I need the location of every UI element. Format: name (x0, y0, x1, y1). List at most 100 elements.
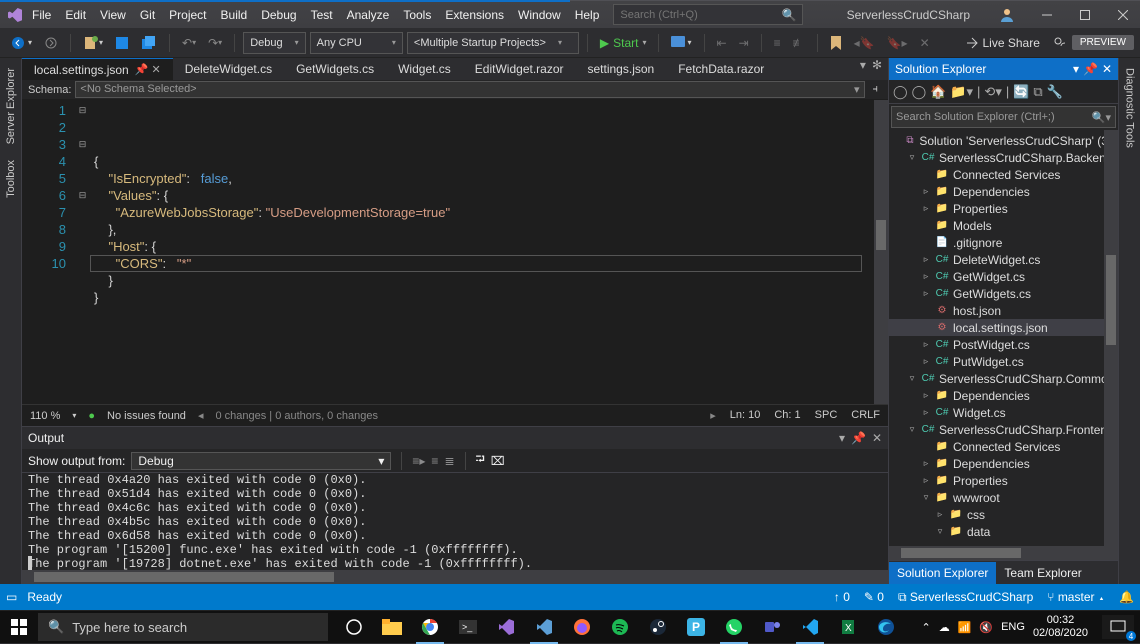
output-dropdown-icon[interactable]: ▾ (839, 431, 845, 445)
tree-node[interactable]: ▹C#PostWidget.cs (889, 336, 1118, 353)
global-search-input[interactable] (620, 9, 770, 21)
file-tab[interactable]: GetWidgets.cs (284, 58, 386, 80)
menu-analyze[interactable]: Analyze (347, 8, 390, 22)
menu-help[interactable]: Help (575, 8, 600, 22)
diagnostic-tools-tab[interactable]: Diagnostic Tools (1122, 62, 1138, 154)
app-spotify[interactable] (602, 611, 638, 644)
tray-notifications[interactable]: 4 (1102, 615, 1134, 639)
tree-node[interactable]: ⚙local.settings.json (889, 319, 1118, 336)
se-refresh-icon[interactable]: 🔄 (1013, 84, 1029, 100)
menu-tools[interactable]: Tools (403, 8, 431, 22)
bookmark-next-icon[interactable]: 🔖▸ (883, 32, 912, 54)
split-icon[interactable]: ⫞ (869, 83, 883, 96)
solution-tree[interactable]: ⧉Solution 'ServerlessCrudCSharp' (3 o ▿C#… (889, 130, 1118, 546)
feedback-icon[interactable] (1052, 35, 1068, 51)
nav-back-button[interactable]: ▾ (6, 32, 36, 54)
menu-file[interactable]: File (32, 8, 51, 22)
tree-node[interactable]: ▹C#GetWidgets.cs (889, 285, 1118, 302)
menu-test[interactable]: Test (311, 8, 333, 22)
notifications-icon[interactable]: 🔔 (1119, 590, 1134, 604)
menu-project[interactable]: Project (169, 8, 206, 22)
nav-fwd-button[interactable] (40, 32, 62, 54)
start-button[interactable] (0, 611, 38, 644)
code-area[interactable]: { "IsEncrypted": false, "Values": { "Azu… (90, 100, 874, 404)
tree-node[interactable]: ▹C#GetWidget.cs (889, 268, 1118, 285)
app-whatsapp[interactable] (716, 611, 752, 644)
se-home-icon[interactable]: 🏠 (930, 84, 946, 100)
tree-node[interactable]: ▹📁Properties (889, 200, 1118, 217)
app-edge[interactable] (868, 611, 904, 644)
se-pin-icon[interactable]: 📌 (1083, 62, 1098, 76)
tree-node[interactable]: ⚙host.json (889, 302, 1118, 319)
app-terminal[interactable]: >_ (450, 611, 486, 644)
tree-node[interactable]: 📁Connected Services (889, 166, 1118, 183)
app-cortana[interactable] (336, 611, 372, 644)
config-combo[interactable]: Debug▾ (243, 32, 305, 54)
output-btn2[interactable]: ≡ (431, 454, 438, 468)
menu-view[interactable]: View (100, 8, 126, 22)
tray-lang[interactable]: ENG (1001, 621, 1025, 633)
tree-node[interactable]: ▿📁wwwroot (889, 489, 1118, 506)
file-tab[interactable]: local.settings.json📌 ✕ (22, 58, 173, 80)
app-vs-1[interactable] (488, 611, 524, 644)
menu-extensions[interactable]: Extensions (445, 8, 504, 22)
app-teams[interactable] (754, 611, 790, 644)
output-pin-icon[interactable]: 📌 (851, 431, 866, 445)
code-editor[interactable]: 12345678910 ⊟⊟⊟ { "IsEncrypted": false, … (22, 100, 888, 404)
platform-combo[interactable]: Any CPU▾ (310, 32, 403, 54)
tree-node[interactable]: 📁Connected Services (889, 438, 1118, 455)
app-chrome[interactable] (412, 611, 448, 644)
app-vscode[interactable] (792, 611, 828, 644)
tree-node[interactable]: ▹📁Dependencies (889, 183, 1118, 200)
menu-edit[interactable]: Edit (65, 8, 86, 22)
output-source-select[interactable]: Debug▾ (131, 452, 391, 470)
close-button[interactable] (1106, 1, 1140, 29)
tab-team-explorer[interactable]: Team Explorer (996, 562, 1089, 584)
se-showall-icon[interactable]: 📁▾ (950, 84, 973, 100)
pending-changes[interactable]: ✎ 0 (864, 590, 884, 604)
tree-node[interactable]: ▿C#ServerlessCrudCSharp.Frontend (889, 421, 1118, 438)
browser-link-button[interactable]: ▾ (667, 32, 695, 54)
output-text[interactable]: The thread 0x4a20 has exited with code 0… (22, 473, 888, 570)
solution-search[interactable]: Search Solution Explorer (Ctrl+;)🔍▾ (891, 106, 1116, 128)
app-excel[interactable]: X (830, 611, 866, 644)
server-explorer-tab[interactable]: Server Explorer (3, 62, 19, 150)
tree-node[interactable]: ▹C#Widget.cs (889, 404, 1118, 421)
start-button[interactable]: ▶ Start ▾ (596, 32, 651, 54)
indent-more-icon[interactable]: ⇥ (735, 32, 753, 54)
output-btn3[interactable]: ≣ (444, 454, 454, 468)
se-sync-icon[interactable]: ⟲▾ (984, 84, 1001, 100)
app-pandora[interactable]: P (678, 611, 714, 644)
tree-node[interactable]: ⧉Solution 'ServerlessCrudCSharp' (3 o (889, 132, 1118, 149)
liveshare-label[interactable]: Live Share (983, 36, 1040, 50)
comment-icon[interactable]: ≡ (770, 32, 785, 54)
tree-node[interactable]: ▿C#ServerlessCrudCSharp.Common (889, 370, 1118, 387)
tray-wifi-icon[interactable]: 📶 (958, 621, 972, 634)
taskbar-search[interactable]: 🔍 Type here to search (38, 613, 328, 641)
solution-hscroll[interactable] (889, 546, 1118, 560)
file-tab[interactable]: FetchData.razor (666, 58, 776, 80)
file-tab[interactable]: DeleteWidget.cs (173, 58, 284, 80)
app-explorer[interactable] (374, 611, 410, 644)
minimize-button[interactable] (1030, 1, 1064, 29)
se-close-icon[interactable]: ✕ (1102, 62, 1112, 76)
branch-name[interactable]: ⑂ master ▴ (1047, 590, 1105, 604)
toolbox-tab[interactable]: Toolbox (3, 154, 19, 204)
file-tab[interactable]: EditWidget.razor (463, 58, 576, 80)
output-wordwrap-icon[interactable]: ⮒ (476, 450, 485, 471)
fold-column[interactable]: ⊟⊟⊟ (76, 100, 90, 404)
redo-button[interactable]: ↷ ▾ (204, 32, 226, 54)
editor-scrollbar[interactable] (874, 100, 888, 404)
status-output-icon[interactable]: ▭ (6, 590, 17, 604)
zoom-level[interactable]: 110 % (30, 410, 60, 422)
output-clear-icon[interactable]: ⌧ (491, 454, 505, 468)
menu-debug[interactable]: Debug (261, 8, 296, 22)
tray-clock[interactable]: 00:32 02/08/2020 (1033, 614, 1088, 640)
menu-build[interactable]: Build (221, 8, 248, 22)
output-hscroll[interactable] (22, 570, 888, 584)
tray-volume-icon[interactable]: 🔇 (979, 621, 993, 634)
save-button[interactable] (111, 32, 133, 54)
indent-less-icon[interactable]: ⇤ (713, 32, 731, 54)
global-search[interactable]: 🔍 (613, 4, 803, 25)
output-btn1[interactable]: ≡▸ (412, 454, 425, 468)
